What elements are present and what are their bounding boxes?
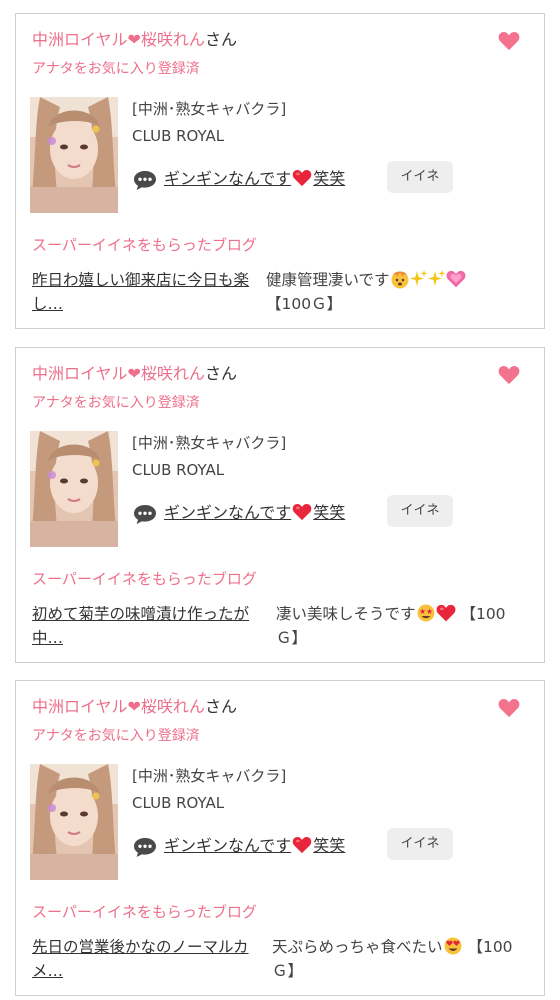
red-heart-emoji-icon <box>436 603 456 623</box>
favorite-status: アナタをお気に入り登録済 <box>32 395 200 411</box>
red-heart-emoji-icon <box>292 836 312 854</box>
honorific: さん <box>204 697 237 716</box>
blog-title-link[interactable]: 昨日わ嬉しい御来店に今日も楽し… <box>32 268 262 316</box>
red-heart-emoji-icon <box>292 503 312 521</box>
heart-icon[interactable] <box>498 364 520 386</box>
catch-text-before: ギンギンなんです <box>164 503 292 522</box>
sparkles-emoji-icon <box>427 270 446 286</box>
blog-comment: 天ぷらめっちゃ食べたい 【100 Ｇ】 <box>272 935 534 983</box>
sparkles-emoji-icon <box>409 270 428 286</box>
honorific: さん <box>204 30 237 49</box>
section-title: スーパーイイネをもらったブログ <box>32 903 257 921</box>
cast-photo[interactable] <box>30 431 118 547</box>
iine-button[interactable]: イイネ <box>387 161 453 193</box>
catch-text-before: ギンギンなんです <box>164 836 292 855</box>
favorite-status: アナタをお気に入り登録済 <box>32 61 200 77</box>
shop-name: [中洲･熟女キャバクラ] <box>132 434 287 452</box>
club-name: CLUB ROYAL <box>132 461 225 479</box>
catch-text-after: 笑笑 <box>313 836 346 855</box>
speech-bubble-icon <box>133 503 157 525</box>
favorite-card: 中洲ロイヤル❤桜咲れんさん アナタをお気に入り登録済 [中洲･熟女キャバクラ] … <box>15 13 545 329</box>
section-title: スーパーイイネをもらったブログ <box>32 570 257 588</box>
cast-name-line: 中洲ロイヤル❤桜咲れんさん <box>32 696 237 718</box>
blog-title-link[interactable]: 初めて菊芋の味噌漬け作ったが中… <box>32 602 262 650</box>
heart-icon[interactable] <box>498 30 520 52</box>
cast-name[interactable]: 中洲ロイヤル❤桜咲れん <box>32 697 205 716</box>
shop-name: [中洲･熟女キャバクラ] <box>132 767 287 785</box>
cast-photo[interactable] <box>30 764 118 880</box>
comment-text: 凄い美味しそうです <box>276 605 416 623</box>
cast-photo[interactable] <box>30 97 118 213</box>
comment-text: 健康管理凄いです <box>266 271 390 289</box>
growing-heart-emoji-icon <box>446 270 466 288</box>
heart-eyes-emoji-icon <box>444 937 462 955</box>
cast-name-line: 中洲ロイヤル❤桜咲れんさん <box>32 363 237 385</box>
club-name: CLUB ROYAL <box>132 127 225 145</box>
shop-name: [中洲･熟女キャバクラ] <box>132 100 287 118</box>
speech-bubble-icon <box>133 169 157 191</box>
catch-text-after: 笑笑 <box>313 169 346 188</box>
catch-message[interactable]: ギンギンなんです 笑笑 <box>164 167 345 191</box>
red-heart-emoji-icon <box>292 169 312 187</box>
comment-text: 天ぷらめっちゃ食べたい <box>272 938 443 956</box>
cast-name[interactable]: 中洲ロイヤル❤桜咲れん <box>32 364 205 383</box>
cast-name[interactable]: 中洲ロイヤル❤桜咲れん <box>32 30 205 49</box>
blog-comment: 健康管理凄いです 【100Ｇ】 <box>266 268 520 316</box>
iine-button[interactable]: イイネ <box>387 828 453 860</box>
exploding-head-emoji-icon <box>391 271 409 289</box>
comment-points: Ｇ】 <box>272 962 304 980</box>
club-name: CLUB ROYAL <box>132 794 225 812</box>
star-struck-emoji-icon <box>417 604 435 622</box>
blog-title-link[interactable]: 先日の営業後かなのノーマルカメ… <box>32 935 262 983</box>
comment-points: Ｇ】 <box>276 629 308 647</box>
favorite-card: 中洲ロイヤル❤桜咲れんさん アナタをお気に入り登録済 [中洲･熟女キャバクラ] … <box>15 680 545 996</box>
favorite-status: アナタをお気に入り登録済 <box>32 728 200 744</box>
blog-comment: 凄い美味しそうです 【100 Ｇ】 <box>276 602 536 650</box>
comment-points: 【100Ｇ】 <box>266 295 343 313</box>
catch-message[interactable]: ギンギンなんです 笑笑 <box>164 501 345 525</box>
catch-message[interactable]: ギンギンなんです 笑笑 <box>164 834 345 858</box>
heart-icon[interactable] <box>498 697 520 719</box>
catch-text-after: 笑笑 <box>313 503 346 522</box>
catch-text-before: ギンギンなんです <box>164 169 292 188</box>
iine-button[interactable]: イイネ <box>387 495 453 527</box>
favorite-card: 中洲ロイヤル❤桜咲れんさん アナタをお気に入り登録済 [中洲･熟女キャバクラ] … <box>15 347 545 663</box>
comment-points-start: 【100 <box>460 605 506 623</box>
speech-bubble-icon <box>133 836 157 858</box>
comment-points-start: 【100 <box>467 938 513 956</box>
section-title: スーパーイイネをもらったブログ <box>32 236 257 254</box>
honorific: さん <box>204 364 237 383</box>
cast-name-line: 中洲ロイヤル❤桜咲れんさん <box>32 29 237 51</box>
